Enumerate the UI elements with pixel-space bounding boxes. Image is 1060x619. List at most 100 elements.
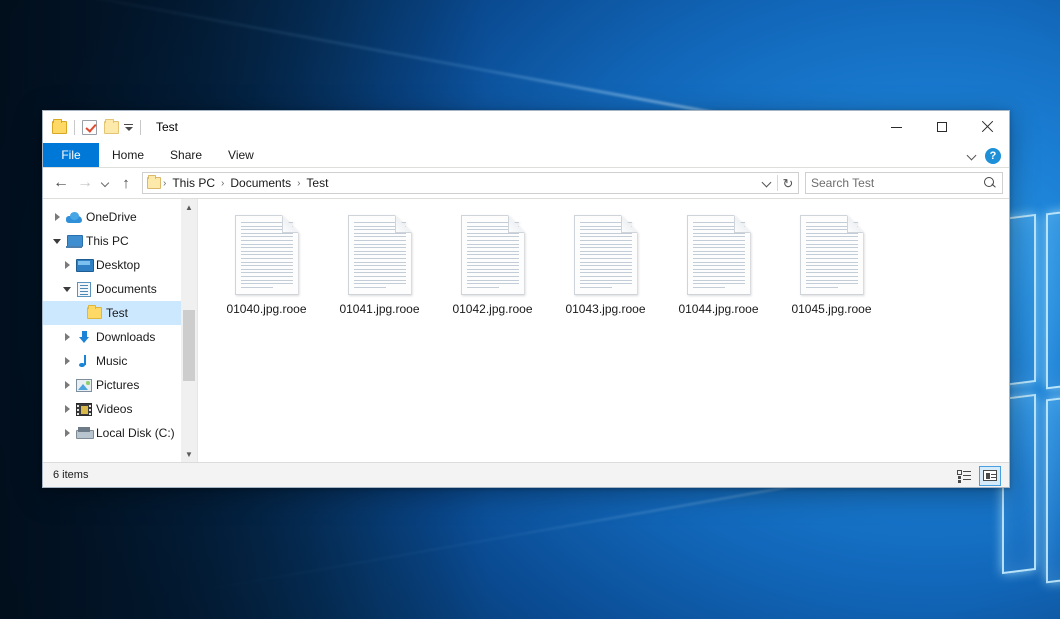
- sidebar-item-documents[interactable]: Documents: [43, 277, 197, 301]
- sidebar-item-local-disk[interactable]: Local Disk (C:): [43, 421, 197, 445]
- folder-tree: OneDrive This PC Desktop Documents: [43, 199, 197, 445]
- sidebar-item-label: Test: [106, 306, 128, 320]
- toolbar-separator: [140, 120, 141, 135]
- file-item[interactable]: 01043.jpg.rooe: [549, 211, 662, 329]
- twisty-collapsed-icon[interactable]: [59, 357, 75, 365]
- details-view-button[interactable]: [953, 466, 975, 486]
- tab-view[interactable]: View: [215, 143, 267, 167]
- sidebar-item-onedrive[interactable]: OneDrive: [43, 205, 197, 229]
- sidebar-item-label: Videos: [96, 402, 132, 416]
- scrollbar-thumb[interactable]: [183, 310, 195, 382]
- refresh-button[interactable]: ↻: [778, 173, 798, 193]
- breadcrumb-separator: ›: [161, 178, 168, 189]
- close-icon: [981, 121, 993, 133]
- scroll-down-icon[interactable]: ▼: [181, 446, 197, 462]
- breadcrumb-item-test[interactable]: Test: [302, 175, 332, 191]
- quick-access-toolbar: [43, 120, 148, 135]
- minimize-icon: [891, 127, 902, 128]
- sidebar-item-desktop[interactable]: Desktop: [43, 253, 197, 277]
- file-item[interactable]: 01040.jpg.rooe: [210, 211, 323, 329]
- large-icons-view-icon: [983, 470, 997, 481]
- navigation-pane-scrollbar[interactable]: ▲ ▼: [181, 199, 197, 462]
- scrollbar-track[interactable]: [181, 215, 197, 446]
- forward-button[interactable]: →: [73, 171, 97, 195]
- maximize-icon: [937, 122, 947, 132]
- generic-document-icon: [235, 215, 299, 295]
- large-icons-view-button[interactable]: [979, 466, 1001, 486]
- desktop-icon: [75, 259, 93, 272]
- twisty-collapsed-icon[interactable]: [59, 381, 75, 389]
- twisty-collapsed-icon[interactable]: [59, 429, 75, 437]
- onedrive-icon: [65, 212, 83, 223]
- file-name-label: 01042.jpg.rooe: [452, 302, 532, 316]
- tab-share[interactable]: Share: [157, 143, 215, 167]
- generic-document-icon: [348, 215, 412, 295]
- back-arrow-icon: ←: [53, 175, 69, 191]
- file-item[interactable]: 01041.jpg.rooe: [323, 211, 436, 329]
- file-item[interactable]: 01042.jpg.rooe: [436, 211, 549, 329]
- sidebar-item-label: OneDrive: [86, 210, 137, 224]
- help-icon[interactable]: ?: [985, 148, 1001, 164]
- file-list-view[interactable]: 01040.jpg.rooe 01041.jpg.rooe: [198, 199, 1009, 462]
- search-icon: [984, 177, 997, 190]
- details-view-icon: [957, 470, 971, 481]
- generic-document-icon: [800, 215, 864, 295]
- search-input[interactable]: Search Test: [811, 176, 984, 190]
- window-title: Test: [156, 120, 178, 134]
- explorer-body: OneDrive This PC Desktop Documents: [43, 198, 1009, 462]
- title-bar: Test: [43, 111, 1009, 143]
- twisty-collapsed-icon[interactable]: [49, 213, 65, 221]
- up-button[interactable]: ↑: [114, 171, 138, 195]
- folder-icon[interactable]: [52, 121, 67, 134]
- pictures-icon: [75, 379, 93, 392]
- file-name-label: 01044.jpg.rooe: [678, 302, 758, 316]
- tab-file[interactable]: File: [43, 143, 99, 167]
- twisty-expanded-icon[interactable]: [59, 287, 75, 292]
- address-bar[interactable]: › This PC › Documents › Test ↻: [142, 172, 799, 194]
- twisty-collapsed-icon[interactable]: [59, 405, 75, 413]
- sidebar-item-test[interactable]: Test: [43, 301, 197, 325]
- twisty-collapsed-icon[interactable]: [59, 333, 75, 341]
- sidebar-item-label: Local Disk (C:): [96, 426, 175, 440]
- sidebar-item-pictures[interactable]: Pictures: [43, 373, 197, 397]
- music-icon: [75, 354, 93, 369]
- close-button[interactable]: [964, 111, 1009, 143]
- documents-icon: [75, 282, 93, 297]
- navigation-pane: OneDrive This PC Desktop Documents: [43, 199, 198, 462]
- twisty-collapsed-icon[interactable]: [59, 261, 75, 269]
- scroll-up-icon[interactable]: ▲: [181, 199, 197, 215]
- minimize-button[interactable]: [874, 111, 919, 143]
- item-count-label: 6 items: [53, 469, 88, 481]
- file-explorer-window: Test File Home Share View ? ← → ↑ › This…: [42, 110, 1010, 488]
- twisty-expanded-icon[interactable]: [49, 239, 65, 244]
- forward-arrow-icon: →: [77, 175, 93, 191]
- breadcrumb-item-documents[interactable]: Documents: [226, 175, 295, 191]
- window-controls: [874, 111, 1009, 143]
- file-item[interactable]: 01044.jpg.rooe: [662, 211, 775, 329]
- chevron-down-icon[interactable]: [968, 151, 977, 160]
- breadcrumb-item-this-pc[interactable]: This PC: [168, 175, 219, 191]
- file-name-label: 01043.jpg.rooe: [565, 302, 645, 316]
- sidebar-item-label: Downloads: [96, 330, 155, 344]
- recent-locations-button[interactable]: [97, 171, 114, 195]
- back-button[interactable]: ←: [49, 171, 73, 195]
- breadcrumb-separator: ›: [295, 178, 302, 189]
- sidebar-item-videos[interactable]: Videos: [43, 397, 197, 421]
- sidebar-item-music[interactable]: Music: [43, 349, 197, 373]
- sidebar-item-downloads[interactable]: Downloads: [43, 325, 197, 349]
- address-dropdown-button[interactable]: [757, 173, 777, 193]
- new-folder-icon[interactable]: [104, 121, 119, 134]
- folder-icon: [147, 177, 161, 189]
- sidebar-item-label: Documents: [96, 282, 157, 296]
- sidebar-item-this-pc[interactable]: This PC: [43, 229, 197, 253]
- properties-icon[interactable]: [82, 120, 97, 135]
- search-box[interactable]: Search Test: [805, 172, 1003, 194]
- recent-locations-icon: [102, 180, 109, 187]
- up-arrow-icon: ↑: [122, 176, 130, 191]
- maximize-button[interactable]: [919, 111, 964, 143]
- tab-home[interactable]: Home: [99, 143, 157, 167]
- file-item[interactable]: 01045.jpg.rooe: [775, 211, 888, 329]
- address-bar-tools: ↻: [757, 173, 798, 193]
- ribbon-right-controls: ?: [968, 143, 1005, 168]
- customize-quick-access-icon[interactable]: [124, 124, 133, 131]
